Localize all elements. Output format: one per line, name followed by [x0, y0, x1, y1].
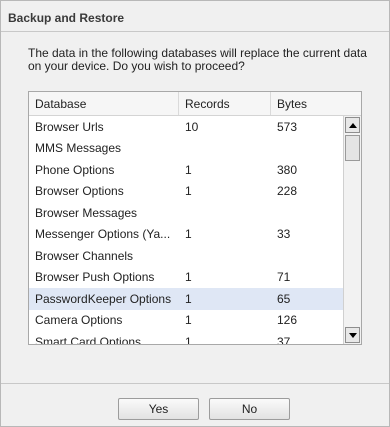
dialog-title: Backup and Restore	[8, 11, 125, 25]
table-row[interactable]: Browser Push Options 1 71	[29, 267, 343, 289]
database-table[interactable]: Database Records Bytes Browser Urls 10 573…	[28, 91, 362, 345]
cell-bytes: 33	[277, 227, 291, 242]
backup-restore-dialog: Backup and Restore The data in the follo…	[0, 0, 390, 427]
table-row[interactable]: Browser Options 1 228	[29, 181, 343, 203]
table-row[interactable]: Phone Options 1 380	[29, 159, 343, 181]
footer-divider	[1, 383, 389, 384]
cell-database: Phone Options	[35, 162, 115, 177]
cell-records: 1	[185, 270, 192, 285]
cell-bytes: 573	[277, 119, 298, 134]
table-row[interactable]: PasswordKeeper Options 1 65	[29, 288, 343, 310]
arrow-up-icon	[348, 122, 357, 128]
cell-database: Smart Card Options	[35, 334, 142, 345]
cell-database: PasswordKeeper Options	[35, 291, 172, 306]
dialog-message: The data in the following databases will…	[28, 46, 367, 73]
cell-database: Browser Push Options	[35, 270, 155, 285]
cell-database: Browser Channels	[35, 248, 134, 263]
scrollbar-thumb[interactable]	[345, 135, 360, 161]
cell-database: Browser Urls	[35, 119, 104, 134]
cell-database: Messenger Options (Ya...	[35, 227, 171, 242]
yes-button[interactable]: Yes	[118, 398, 199, 420]
scroll-down-button[interactable]	[345, 327, 360, 343]
cell-bytes: 380	[277, 162, 298, 177]
cell-database: MMS Messages	[35, 141, 122, 156]
column-header-database[interactable]: Database	[29, 92, 179, 115]
title-divider	[1, 31, 389, 32]
table-body: Browser Urls 10 573 MMS Messages Phone Optio…	[29, 116, 343, 345]
table-row[interactable]: Browser Channels	[29, 245, 343, 267]
cell-database: Browser Messages	[35, 205, 138, 220]
no-button[interactable]: No	[209, 398, 290, 420]
cell-database: Camera Options	[35, 313, 123, 328]
cell-records: 1	[185, 313, 192, 328]
cell-bytes: 228	[277, 184, 298, 199]
cell-records: 1	[185, 334, 192, 345]
arrow-down-icon	[348, 332, 357, 338]
column-header-bytes[interactable]: Bytes	[271, 92, 343, 115]
cell-bytes: 37	[277, 334, 291, 345]
table-header: Database Records Bytes	[29, 92, 361, 116]
cell-database: Browser Options	[35, 184, 124, 199]
vertical-scrollbar[interactable]	[343, 116, 361, 344]
cell-records: 1	[185, 162, 192, 177]
cell-records: 10	[185, 119, 199, 134]
column-header-records[interactable]: Records	[179, 92, 271, 115]
cell-records: 1	[185, 291, 192, 306]
cell-records: 1	[185, 184, 192, 199]
scroll-up-button[interactable]	[345, 117, 360, 133]
table-row[interactable]: Messenger Options (Ya... 1 33	[29, 224, 343, 246]
table-row[interactable]: Camera Options 1 126	[29, 310, 343, 332]
cell-records: 1	[185, 227, 192, 242]
table-row[interactable]: Browser Messages	[29, 202, 343, 224]
cell-bytes: 71	[277, 270, 291, 285]
table-row[interactable]: MMS Messages	[29, 138, 343, 160]
cell-bytes: 65	[277, 291, 291, 306]
cell-bytes: 126	[277, 313, 298, 328]
table-row[interactable]: Browser Urls 10 573	[29, 116, 343, 138]
table-row[interactable]: Smart Card Options 1 37	[29, 331, 343, 345]
